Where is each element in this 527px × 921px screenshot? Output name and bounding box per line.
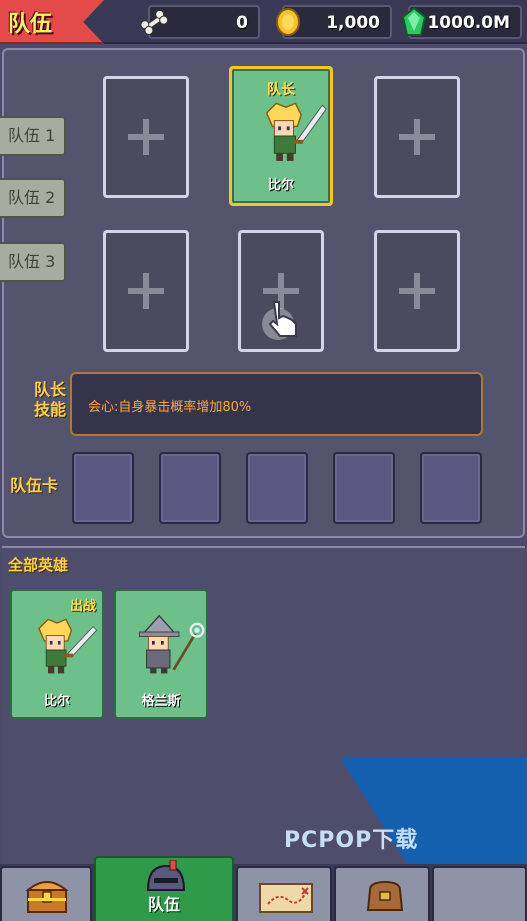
nav-map[interactable]	[236, 866, 332, 921]
hero-name: 比尔	[43, 694, 70, 709]
map-scroll-icon	[259, 883, 313, 913]
plus-icon	[128, 119, 164, 155]
gem-counter[interactable]: 1000.0M	[401, 5, 522, 39]
page-title-banner: 队伍	[0, 0, 104, 44]
tap-hand-icon	[262, 301, 297, 340]
leader-skill-text: 会心:自身暴击概率增加80%	[88, 400, 252, 415]
gold-coin-icon	[276, 8, 300, 36]
nav-team-label: 队伍	[147, 895, 180, 914]
team-card-slot-2[interactable]	[159, 452, 221, 524]
page-title: 队伍	[8, 12, 53, 37]
bag-icon	[366, 880, 404, 911]
team-card-label: 队伍卡	[10, 476, 59, 495]
green-gem-icon	[401, 7, 427, 36]
empty-slot-6[interactable]	[374, 230, 460, 352]
tab-team-2[interactable]: 队伍 2	[0, 178, 66, 218]
knight-hero-sprite	[265, 102, 327, 161]
nav-more[interactable]	[432, 866, 527, 921]
top-bar: 队伍 0 1,000 1000.0M	[0, 0, 527, 44]
bone-value: 0	[236, 13, 248, 33]
nav-treasure[interactable]	[0, 866, 92, 921]
empty-slot-4[interactable]	[103, 230, 189, 352]
watermark-text: PCPOP下载	[284, 828, 419, 853]
bottom-nav: 队伍	[0, 856, 527, 921]
leader-label: 队长	[267, 82, 295, 98]
gem-value: 1000.0M	[427, 13, 510, 33]
leader-skill-label: 队长 技能	[33, 380, 66, 419]
treasure-chest-icon	[25, 881, 69, 913]
tab-team-3[interactable]: 队伍 3	[0, 242, 66, 282]
bone-icon	[140, 9, 168, 35]
all-heroes-header: 全部英雄	[8, 556, 69, 574]
leader-name: 比尔	[267, 178, 294, 193]
plus-icon	[399, 273, 435, 309]
wizard-hero-sprite	[138, 614, 205, 674]
nav-team[interactable]: 队伍	[94, 856, 234, 921]
team-card-slot-4[interactable]	[333, 452, 395, 524]
deployed-badge: 出战	[69, 599, 96, 614]
nav-bag[interactable]	[334, 866, 430, 921]
leader-skill-box: 会心:自身暴击概率增加80%	[70, 372, 483, 436]
empty-slot-1[interactable]	[103, 76, 189, 198]
leader-card: 队长 比尔	[232, 69, 330, 203]
hero-name: 格兰斯	[141, 694, 181, 709]
team-card-slot-3[interactable]	[246, 452, 308, 524]
team-card-slot-1[interactable]	[72, 452, 134, 524]
bone-counter[interactable]: 0	[140, 5, 260, 39]
hero-card-glans[interactable]: 格兰斯	[114, 589, 208, 719]
tab-team-1[interactable]: 队伍 1	[0, 116, 66, 156]
plus-icon	[128, 273, 164, 309]
leader-slot[interactable]: 队长 比尔	[229, 66, 333, 206]
hero-card-bill[interactable]: 出战 比尔	[10, 589, 104, 719]
plus-icon	[399, 119, 435, 155]
knight-hero-sprite	[38, 618, 98, 674]
empty-slot-3[interactable]	[374, 76, 460, 198]
gold-counter[interactable]: 1,000	[276, 5, 392, 39]
team-card-slot-5[interactable]	[420, 452, 482, 524]
gold-value: 1,000	[326, 13, 380, 33]
